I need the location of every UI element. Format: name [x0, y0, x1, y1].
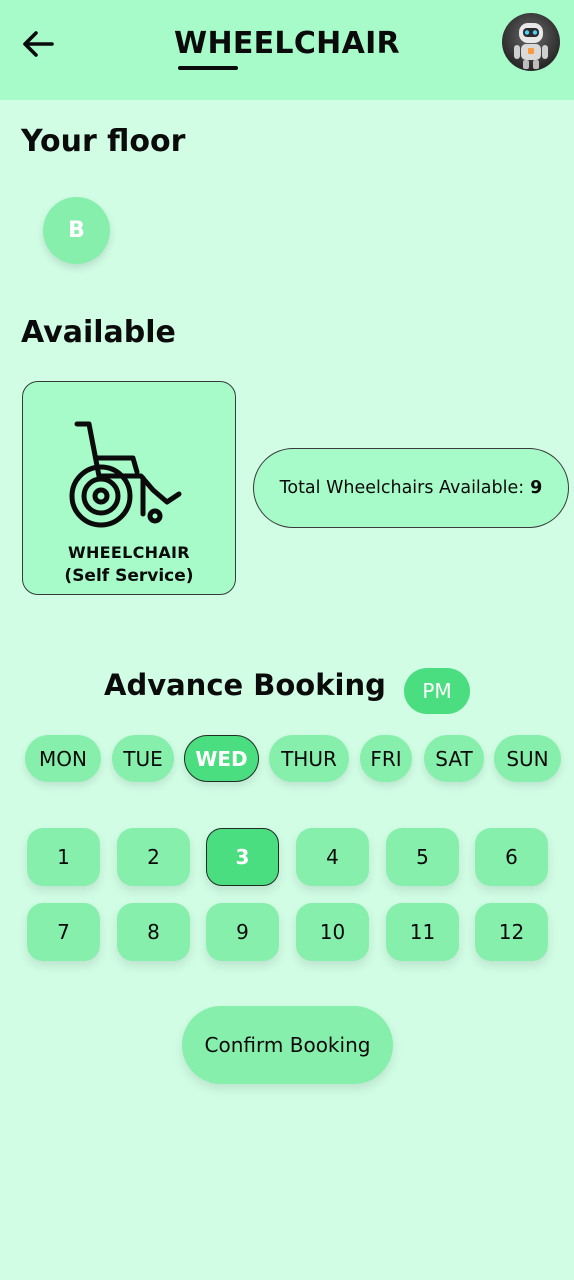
day-tue[interactable]: TUE [112, 735, 174, 782]
day-fri[interactable]: FRI [360, 735, 412, 782]
hour-6[interactable]: 6 [475, 828, 548, 886]
am-pm-toggle[interactable]: PM [404, 668, 470, 714]
card-title: WHEELCHAIR [68, 543, 190, 562]
day-sat[interactable]: SAT [424, 735, 484, 782]
robot-avatar[interactable] [502, 13, 560, 71]
total-available-value: 9 [530, 478, 543, 498]
hour-2[interactable]: 2 [117, 828, 190, 886]
floor-button-b[interactable]: B [43, 197, 110, 264]
hour-7[interactable]: 7 [27, 903, 100, 961]
day-thur[interactable]: THUR [269, 735, 349, 782]
card-subtitle: (Self Service) [64, 566, 194, 586]
title-underline [178, 66, 238, 70]
hour-1[interactable]: 1 [27, 828, 100, 886]
hour-3[interactable]: 3 [206, 828, 279, 886]
wheelchair-booking-screen: WHEELCHAIR Your floor B Available WHEELC… [0, 0, 574, 1280]
robot-avatar-icon [514, 23, 548, 69]
wheelchair-icon [69, 421, 182, 528]
day-sun[interactable]: SUN [494, 735, 561, 782]
advance-booking-heading: Advance Booking [104, 668, 386, 702]
day-mon[interactable]: MON [25, 735, 101, 782]
total-available-badge: Total Wheelchairs Available: 9 [253, 448, 569, 528]
hour-4[interactable]: 4 [296, 828, 369, 886]
page-title: WHEELCHAIR [174, 26, 400, 61]
hour-11[interactable]: 11 [386, 903, 459, 961]
floor-heading: Your floor [21, 124, 186, 159]
hour-9[interactable]: 9 [206, 903, 279, 961]
wheelchair-self-service-card[interactable]: WHEELCHAIR (Self Service) [22, 381, 236, 595]
hour-10[interactable]: 10 [296, 903, 369, 961]
hour-12[interactable]: 12 [475, 903, 548, 961]
day-wed[interactable]: WED [184, 735, 259, 782]
hour-5[interactable]: 5 [386, 828, 459, 886]
available-heading: Available [21, 315, 176, 350]
hour-8[interactable]: 8 [117, 903, 190, 961]
confirm-booking-button[interactable]: Confirm Booking [182, 1006, 393, 1084]
total-available-label: Total Wheelchairs Available: [279, 478, 525, 498]
app-header: WHEELCHAIR [0, 0, 574, 100]
